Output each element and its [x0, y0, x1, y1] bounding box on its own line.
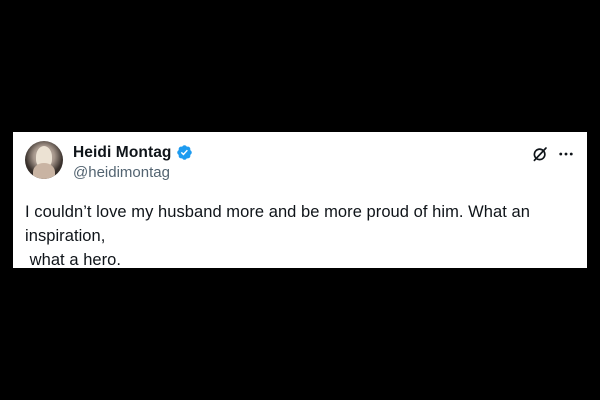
author-block: Heidi Montag @heidimontag	[73, 140, 193, 181]
author-avatar[interactable]	[25, 141, 63, 179]
tweet-header: Heidi Montag @heidimontag	[25, 140, 575, 186]
avatar-body-shape	[33, 163, 55, 179]
tweet-card[interactable]: Heidi Montag @heidimontag I couldn’t lov…	[13, 132, 587, 269]
tweet-text: I couldn’t love my husband more and be m…	[25, 203, 530, 269]
grok-icon[interactable]	[531, 145, 549, 163]
screenshot-stage: Heidi Montag @heidimontag I couldn’t lov…	[0, 0, 600, 400]
author-name-row: Heidi Montag	[73, 143, 193, 162]
more-options-icon[interactable]	[557, 145, 575, 163]
author-handle[interactable]: @heidimontag	[73, 164, 193, 181]
author-display-name[interactable]: Heidi Montag	[73, 144, 172, 162]
tweet-header-actions	[531, 140, 575, 163]
verified-badge-icon	[176, 144, 193, 161]
